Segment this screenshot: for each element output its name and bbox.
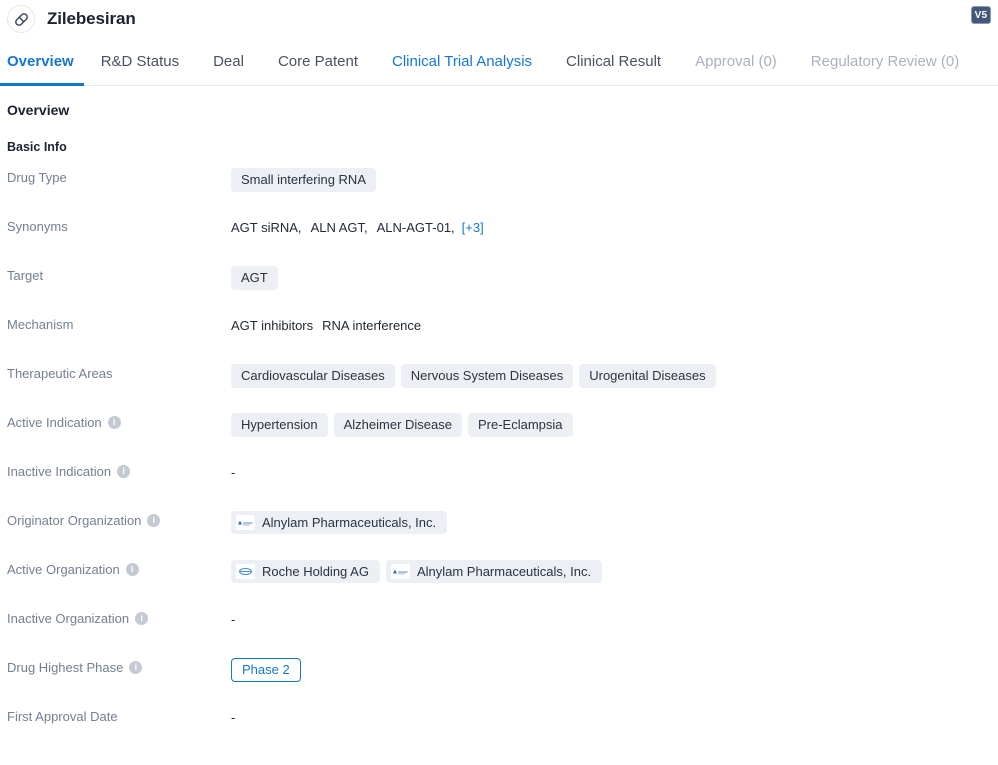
page-title: Zilebesiran bbox=[47, 9, 136, 28]
field-row-active-indication: Active Indication i Hypertension Alzheim… bbox=[7, 413, 998, 462]
field-label: Inactive Indication i bbox=[7, 462, 231, 479]
organization-name: Alnylam Pharmaceuticals, Inc. bbox=[262, 515, 437, 530]
field-row-drug-highest-phase: Drug Highest Phase i Phase 2 bbox=[7, 658, 998, 707]
tag-item[interactable]: Alzheimer Disease bbox=[333, 413, 462, 437]
tab-clinical-result[interactable]: Clinical Result bbox=[549, 38, 678, 85]
field-value: AGT siRNA, ALN AGT, ALN-AGT-01, [+3] bbox=[231, 217, 998, 237]
field-row-inactive-indication: Inactive Indication i - bbox=[7, 462, 998, 511]
field-label-text: Mechanism bbox=[7, 317, 74, 332]
field-label-text: Inactive Indication bbox=[7, 464, 112, 479]
overview-content: Overview Basic Info Drug Type Small inte… bbox=[0, 86, 998, 756]
empty-value: - bbox=[231, 709, 236, 725]
field-row-originator-organization: Originator Organization i Alnylam Pharma… bbox=[7, 511, 998, 560]
field-value: AGT bbox=[231, 266, 998, 290]
synonym-item: ALN AGT, bbox=[310, 219, 368, 235]
field-label-text: Inactive Organization bbox=[7, 611, 130, 626]
mechanism-item: AGT inhibitors bbox=[231, 317, 314, 333]
field-label: Drug Highest Phase i bbox=[7, 658, 231, 675]
tag-item[interactable]: Nervous System Diseases bbox=[400, 364, 574, 388]
organization-name: Roche Holding AG bbox=[262, 564, 369, 579]
synonym-item: AGT siRNA, bbox=[231, 219, 302, 235]
tab-regulatory-review[interactable]: Regulatory Review (0) bbox=[794, 38, 976, 85]
tab-deal[interactable]: Deal bbox=[196, 38, 261, 85]
field-label: Active Indication i bbox=[7, 413, 231, 430]
synonym-item: ALN-AGT-01, bbox=[376, 219, 455, 235]
mechanism-item: RNA interference bbox=[322, 317, 422, 333]
organization-chip[interactable]: Alnylam Pharmaceuticals, Inc. bbox=[231, 511, 448, 534]
field-label-text: Target bbox=[7, 268, 44, 283]
field-row-therapeutic-areas: Therapeutic Areas Cardiovascular Disease… bbox=[7, 364, 998, 413]
info-icon[interactable]: i bbox=[125, 563, 139, 576]
field-value: Hypertension Alzheimer Disease Pre-Eclam… bbox=[231, 413, 998, 437]
tag-item[interactable]: Small interfering RNA bbox=[231, 168, 376, 192]
field-row-first-approval-date: First Approval Date - bbox=[7, 707, 998, 756]
alnylam-logo-icon bbox=[390, 564, 410, 579]
info-icon[interactable]: i bbox=[135, 612, 149, 625]
field-row-drug-type: Drug Type Small interfering RNA bbox=[7, 168, 998, 217]
subsection-title-basic-info: Basic Info bbox=[7, 140, 67, 154]
field-label: Active Organization i bbox=[7, 560, 231, 577]
field-label: Target bbox=[7, 266, 231, 283]
synonyms-show-more-link[interactable]: [+3] bbox=[462, 220, 484, 235]
field-value: - bbox=[231, 462, 998, 482]
alnylam-logo-icon bbox=[236, 515, 255, 530]
field-value: Phase 2 bbox=[231, 658, 998, 682]
tab-overview[interactable]: Overview bbox=[0, 38, 84, 86]
organization-name: Alnylam Pharmaceuticals, Inc. bbox=[416, 564, 592, 579]
field-label-text: Synonyms bbox=[7, 219, 68, 234]
section-title: Overview bbox=[7, 102, 70, 118]
empty-value: - bbox=[231, 611, 236, 627]
tag-item[interactable]: AGT bbox=[231, 266, 278, 290]
field-label-text: Therapeutic Areas bbox=[7, 366, 113, 381]
tag-item[interactable]: Cardiovascular Diseases bbox=[231, 364, 395, 388]
field-row-inactive-organization: Inactive Organization i - bbox=[7, 609, 998, 658]
field-row-active-organization: Active Organization i Roche Holding AG A… bbox=[7, 560, 998, 609]
field-value: - bbox=[231, 609, 998, 629]
field-row-mechanism: Mechanism AGT inhibitors RNA interferenc… bbox=[7, 315, 998, 364]
tab-approval[interactable]: Approval (0) bbox=[678, 38, 794, 85]
empty-value: - bbox=[231, 464, 236, 480]
tag-item[interactable]: Urogenital Diseases bbox=[579, 364, 716, 388]
tab-clinical-trial-analysis[interactable]: Clinical Trial Analysis bbox=[375, 38, 549, 85]
version-badge[interactable]: V5 bbox=[971, 6, 991, 24]
field-value: Cardiovascular Diseases Nervous System D… bbox=[231, 364, 998, 388]
field-label-text: Drug Type bbox=[7, 170, 67, 185]
field-value: AGT inhibitors RNA interference bbox=[231, 315, 998, 335]
field-label: Therapeutic Areas bbox=[7, 364, 231, 381]
field-value: - bbox=[231, 707, 998, 727]
field-label: Originator Organization i bbox=[7, 511, 231, 528]
capsule-pill-icon bbox=[7, 5, 35, 33]
field-value: Roche Holding AG Alnylam Pharmaceuticals… bbox=[231, 560, 998, 583]
tag-item[interactable]: Pre-Eclampsia bbox=[467, 413, 573, 437]
info-icon[interactable]: i bbox=[117, 465, 131, 478]
field-value: Small interfering RNA bbox=[231, 168, 998, 192]
field-label: Synonyms bbox=[7, 217, 231, 234]
field-label-text: Originator Organization bbox=[7, 513, 142, 528]
organization-chip[interactable]: Alnylam Pharmaceuticals, Inc. bbox=[385, 560, 603, 583]
app-header: Zilebesiran V5 bbox=[0, 0, 998, 38]
field-label: First Approval Date bbox=[7, 707, 231, 724]
tag-item[interactable]: Hypertension bbox=[231, 413, 328, 437]
info-icon[interactable]: i bbox=[107, 416, 121, 429]
field-label-text: Active Indication bbox=[7, 415, 102, 430]
field-label-text: Drug Highest Phase bbox=[7, 660, 124, 675]
tab-bar: Overview R&D Status Deal Core Patent Cli… bbox=[0, 38, 998, 86]
organization-chip[interactable]: Roche Holding AG bbox=[231, 560, 380, 583]
info-icon[interactable]: i bbox=[129, 661, 143, 674]
field-label-text: First Approval Date bbox=[7, 709, 118, 724]
phase-badge[interactable]: Phase 2 bbox=[231, 658, 301, 682]
tab-rd-status[interactable]: R&D Status bbox=[84, 38, 196, 85]
field-label-text: Active Organization bbox=[7, 562, 120, 577]
field-value: Alnylam Pharmaceuticals, Inc. bbox=[231, 511, 998, 534]
field-row-synonyms: Synonyms AGT siRNA, ALN AGT, ALN-AGT-01,… bbox=[7, 217, 998, 266]
tab-core-patent[interactable]: Core Patent bbox=[261, 38, 375, 85]
field-label: Drug Type bbox=[7, 168, 231, 185]
roche-logo-icon bbox=[236, 564, 255, 579]
info-icon[interactable]: i bbox=[147, 514, 161, 527]
field-label: Inactive Organization i bbox=[7, 609, 231, 626]
field-row-target: Target AGT bbox=[7, 266, 998, 315]
field-label: Mechanism bbox=[7, 315, 231, 332]
